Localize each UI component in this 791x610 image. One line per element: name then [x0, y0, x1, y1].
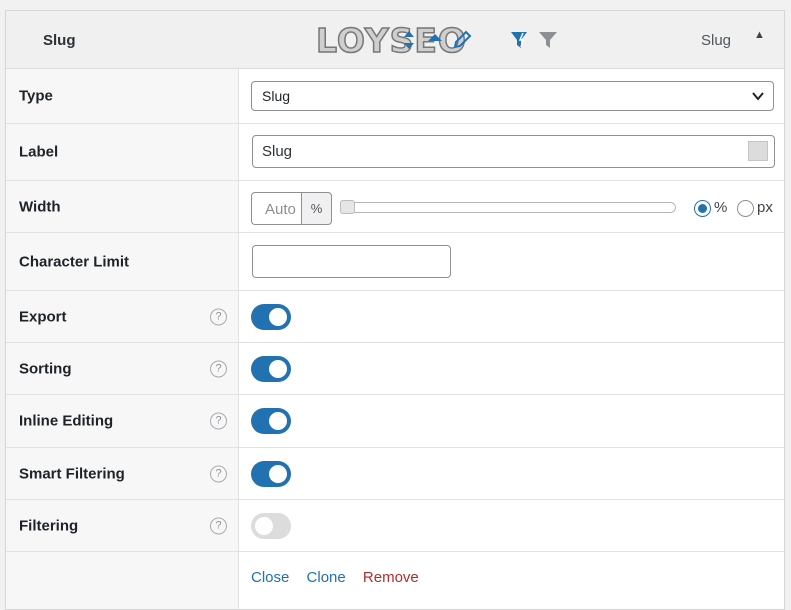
sorting-help-icon[interactable]: ? [210, 360, 227, 377]
width-px-label: px [757, 199, 773, 216]
column-header[interactable]: Slug LOYSEO Slug ▲ [6, 11, 784, 69]
setting-row-actions: Close Clone Remove [6, 552, 784, 609]
chevron-down-icon [751, 89, 765, 106]
setting-row-filtering: Filtering ? [6, 500, 784, 552]
setting-row-char-limit: Character Limit [6, 233, 784, 291]
setting-row-label: Label Slug [6, 124, 784, 181]
char-limit-input[interactable] [252, 245, 451, 278]
setting-row-width: Width Auto % % px [6, 181, 784, 233]
type-label: Type [19, 87, 53, 105]
inline-edit-icon[interactable] [426, 29, 446, 56]
width-input[interactable]: Auto [251, 192, 301, 225]
smart-filtering-toggle[interactable] [251, 460, 291, 487]
smart-filtering-label: Smart Filtering [19, 465, 125, 482]
filtering-label: Filtering [19, 517, 79, 534]
setting-row-type: Type Slug [6, 69, 784, 124]
width-slider[interactable] [340, 202, 676, 213]
label-input[interactable]: Slug [252, 135, 775, 168]
width-slider-handle[interactable] [340, 200, 355, 214]
close-link[interactable]: Close [251, 569, 289, 586]
label-label: Label [19, 143, 59, 161]
setting-row-sorting: Sorting ? [6, 343, 784, 395]
setting-row-export: Export ? [6, 291, 784, 343]
column-actions: Close Clone Remove [251, 569, 432, 586]
inline-editing-help-icon[interactable]: ? [210, 412, 227, 430]
label-input-value: Slug [262, 143, 293, 160]
smart-filter-icon[interactable] [509, 29, 531, 56]
filtering-toggle[interactable] [251, 512, 291, 539]
collapse-caret-icon[interactable]: ▲ [754, 29, 765, 41]
width-px-radio[interactable] [737, 200, 754, 217]
char-limit-label: Character Limit [19, 253, 130, 270]
setting-row-smart-filtering: Smart Filtering ? [6, 448, 784, 500]
pencil-icon[interactable] [452, 29, 472, 56]
setting-row-inline-editing: Inline Editing ? [6, 395, 784, 448]
sorting-toggle[interactable] [251, 355, 291, 382]
width-unit: % [301, 192, 332, 225]
sorting-label: Sorting [19, 360, 72, 377]
export-label: Export [19, 308, 67, 325]
inline-editing-label: Inline Editing [19, 412, 114, 430]
width-percent-label: % [714, 199, 728, 216]
width-label: Width [19, 198, 61, 215]
filtering-help-icon[interactable]: ? [210, 517, 227, 534]
column-settings-panel: Slug LOYSEO Slug ▲ Type Slug Label Slug … [5, 10, 785, 610]
type-select-value: Slug [262, 88, 291, 104]
width-percent-radio[interactable] [694, 200, 711, 217]
type-select[interactable]: Slug [251, 81, 774, 111]
column-title: Slug [43, 32, 76, 49]
inline-editing-toggle[interactable] [251, 408, 291, 434]
icon-picker-icon[interactable] [748, 141, 768, 161]
column-type-label: Slug [701, 32, 732, 49]
remove-link[interactable]: Remove [363, 569, 419, 586]
filter-icon[interactable] [537, 29, 559, 56]
export-toggle[interactable] [251, 303, 291, 330]
export-help-icon[interactable]: ? [210, 308, 227, 325]
smart-filtering-help-icon[interactable]: ? [210, 465, 227, 482]
clone-link[interactable]: Clone [307, 569, 346, 586]
sort-icon[interactable] [401, 29, 417, 56]
